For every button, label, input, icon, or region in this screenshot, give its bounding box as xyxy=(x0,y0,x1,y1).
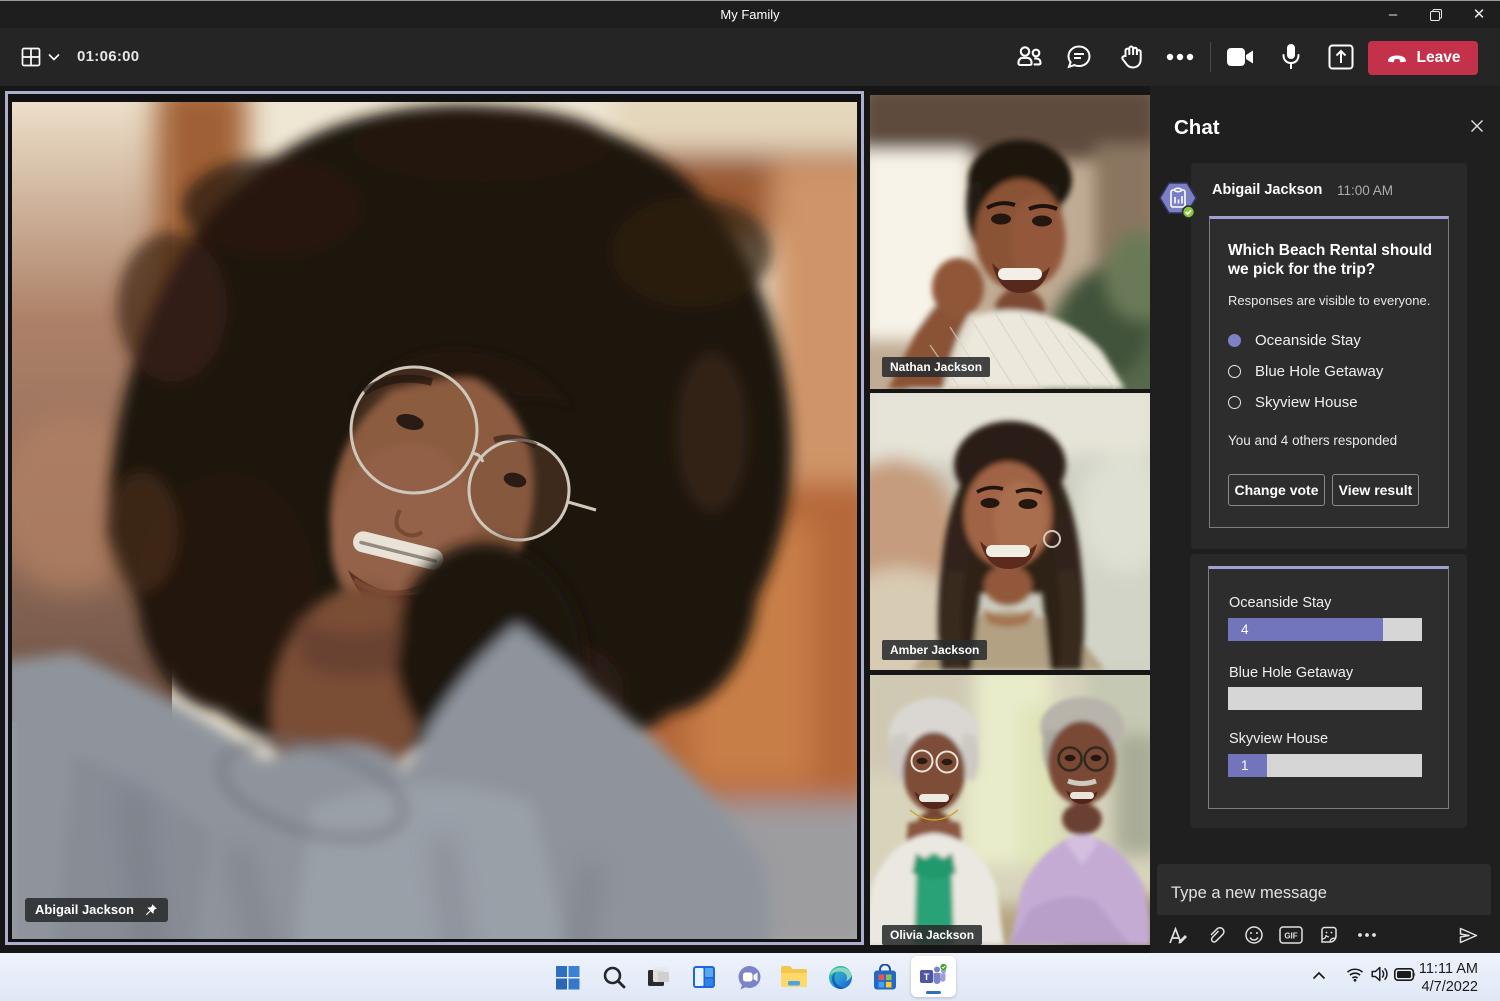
svg-text:GIF: GIF xyxy=(1284,932,1297,941)
svg-text:T: T xyxy=(924,972,930,983)
